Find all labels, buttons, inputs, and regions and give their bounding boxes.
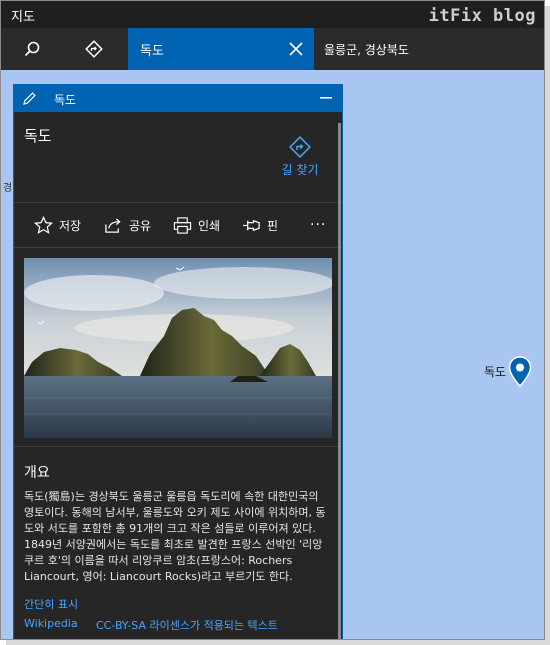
source-link[interactable]: Wikipedia — [24, 617, 78, 630]
share-label: 공유 — [129, 218, 152, 233]
search-button[interactable] — [1, 28, 63, 70]
edit-icon[interactable] — [22, 91, 37, 106]
search-icon — [24, 41, 40, 57]
more-button[interactable]: ··· — [310, 213, 326, 237]
minimize-icon[interactable] — [318, 89, 334, 107]
directions-icon — [289, 136, 311, 158]
directions-icon — [85, 40, 103, 58]
directions-label: 길 찾기 — [281, 163, 319, 177]
directions-button[interactable]: 길 찾기 — [272, 135, 328, 183]
place-name: 독도 — [24, 127, 52, 145]
pin-button[interactable]: 핀 — [242, 213, 278, 237]
title-bar: 지도 itFix blog — [1, 1, 544, 28]
show-less-link[interactable]: 간단히 표시 — [24, 596, 78, 612]
place-photo[interactable] — [24, 258, 332, 438]
place-card-header-title: 독도 — [54, 93, 77, 107]
license-link[interactable]: CC-BY-SA 라이센스가 적용되는 텍스트 — [96, 617, 278, 633]
share-button[interactable]: 공유 — [104, 213, 151, 237]
map-label-left: 경 — [3, 183, 13, 194]
search-input[interactable]: 독도 — [140, 40, 164, 59]
divider — [14, 247, 342, 248]
overview-text: 독도(獨島)는 경상북도 울릉군 울릉읍 독도리에 속한 대한민국의 영토이다.… — [24, 490, 326, 583]
action-bar: 저장 공유 인쇄 핀 ··· — [14, 203, 342, 247]
printer-icon — [173, 216, 192, 234]
toolbar: 독도 울릉군, 경상북도 — [1, 28, 544, 70]
search-field[interactable]: 독도 — [128, 28, 314, 70]
watermark: itFix blog — [428, 6, 536, 26]
place-card: 독도 독도 길 찾기 저장 공유 인쇄 핀 ··· 개요 독도(獨島)는 경상북… — [13, 84, 343, 639]
print-label: 인쇄 — [198, 218, 221, 233]
app-title: 지도 — [11, 10, 35, 25]
window-shadow — [545, 6, 550, 645]
location-label: 울릉군, 경상북도 — [324, 43, 409, 57]
divider — [14, 446, 342, 447]
share-icon — [105, 217, 121, 233]
save-button[interactable]: 저장 — [34, 213, 81, 237]
window-shadow — [6, 640, 550, 645]
star-icon — [34, 215, 53, 234]
map-pin-icon[interactable] — [508, 356, 532, 388]
scrollbar[interactable] — [338, 123, 341, 639]
map-pin-label: 독도 — [484, 365, 507, 379]
dokdo-island-photo — [24, 258, 332, 438]
close-icon — [289, 42, 303, 56]
directions-toolbar-button[interactable] — [63, 28, 125, 70]
save-label: 저장 — [59, 218, 82, 233]
print-button[interactable]: 인쇄 — [173, 213, 220, 237]
more-icon: ··· — [310, 217, 327, 233]
place-card-header: 독도 — [14, 85, 342, 112]
overview-heading: 개요 — [24, 465, 50, 481]
pin-icon — [242, 219, 260, 231]
clear-search-button[interactable] — [284, 37, 308, 61]
maps-window: 지도 itFix blog 독도 울릉군, 경상북도 경 독도 독도 독도 길 … — [0, 0, 545, 640]
pin-label: 핀 — [267, 218, 279, 233]
